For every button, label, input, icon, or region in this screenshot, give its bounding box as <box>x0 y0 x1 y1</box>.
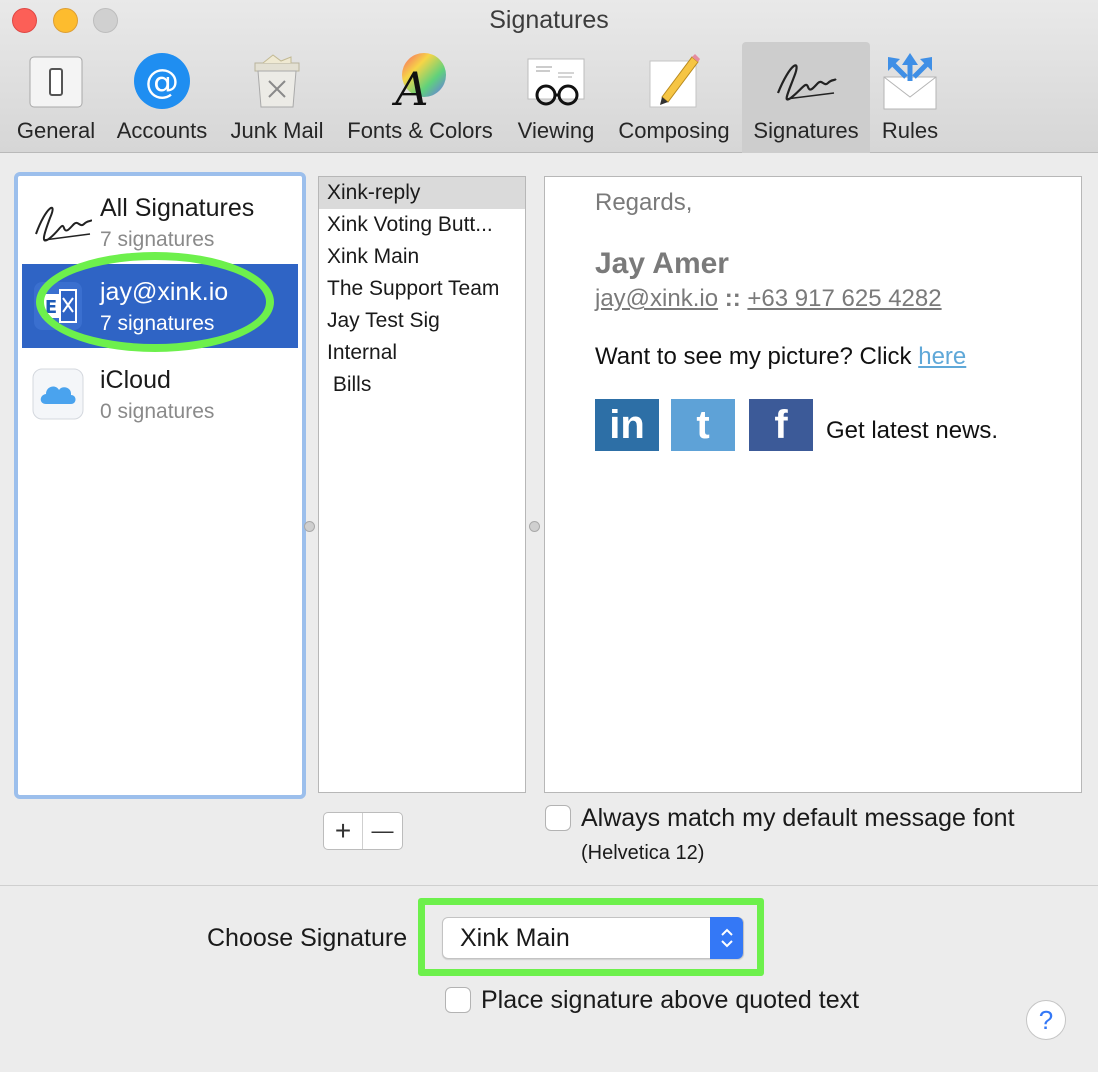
preview-picture-line: Want to see my picture? Click here <box>595 343 967 370</box>
divider <box>0 885 1098 886</box>
tab-accounts[interactable]: @ Accounts <box>110 42 214 153</box>
signature-item[interactable]: The Support Team <box>319 273 525 305</box>
svg-text:E: E <box>45 297 57 318</box>
preview-here-link[interactable]: here <box>918 343 966 370</box>
tab-rules[interactable]: Rules <box>876 42 944 153</box>
tab-junk-mail[interactable]: Junk Mail <box>224 42 330 153</box>
window-title: Signatures <box>489 6 609 34</box>
preview-email-link[interactable]: jay@xink.io <box>595 285 718 312</box>
choose-signature-label: Choose Signature <box>207 924 408 952</box>
exchange-icon: E <box>32 280 84 332</box>
signature-item[interactable]: Jay Test Sig <box>319 305 525 337</box>
viewing-glasses-icon <box>521 46 591 116</box>
splitter-handle-left[interactable] <box>304 521 315 532</box>
preview-contact: jay@xink.io :: +63 917 625 4282 <box>595 285 942 313</box>
place-above-label: Place signature above quoted text <box>481 986 860 1014</box>
add-remove-control: + — <box>323 812 403 850</box>
icloud-icon <box>32 368 84 420</box>
choose-signature-select[interactable]: Xink Main <box>442 917 744 959</box>
match-font-label: Always match my default message font <box>581 804 1015 832</box>
splitter-handle-right[interactable] <box>529 521 540 532</box>
signature-item[interactable]: Xink Main <box>319 241 525 273</box>
svg-text:@: @ <box>145 62 179 102</box>
choose-signature-value: Xink Main <box>460 924 570 952</box>
match-font-checkbox[interactable] <box>545 805 571 831</box>
twitter-icon[interactable]: t <box>671 399 735 451</box>
updown-chevron-icon <box>710 917 743 959</box>
preview-news-text: Get latest news. <box>826 417 999 444</box>
add-signature-button[interactable]: + <box>324 813 364 849</box>
signature-icon <box>771 46 841 116</box>
signature-item[interactable]: Internal <box>319 337 525 369</box>
match-font-sublabel: (Helvetica 12) <box>581 842 705 864</box>
general-switch-icon <box>21 46 91 116</box>
accounts-list: All Signatures 7 signatures E jay@xink.i… <box>14 172 306 799</box>
tab-fonts-colors[interactable]: A Fonts & Colors <box>340 42 500 153</box>
signature-item[interactable]: Bills <box>319 369 525 401</box>
account-item-all-signatures[interactable]: All Signatures 7 signatures <box>22 180 298 264</box>
linkedin-icon[interactable]: in <box>595 399 659 451</box>
preview-phone-link[interactable]: +63 917 625 4282 <box>747 285 941 312</box>
composing-pencil-icon <box>639 46 709 116</box>
signature-item[interactable]: Xink-reply <box>319 177 525 209</box>
font-color-wheel-icon: A <box>385 46 455 116</box>
facebook-icon[interactable]: f <box>749 399 813 451</box>
account-item-jay-xink[interactable]: E jay@xink.io 7 signatures <box>22 264 298 348</box>
place-above-checkbox[interactable] <box>445 987 471 1013</box>
signature-icon <box>32 196 93 248</box>
signature-list: Xink-reply Xink Voting Butt... Xink Main… <box>318 176 526 793</box>
remove-signature-button[interactable]: — <box>363 813 402 849</box>
tab-composing[interactable]: Composing <box>612 42 736 153</box>
preview-separator: :: <box>724 285 741 312</box>
at-sign-icon: @ <box>127 46 197 116</box>
signature-item[interactable]: Xink Voting Butt... <box>319 209 525 241</box>
tab-signatures[interactable]: Signatures <box>742 42 870 153</box>
preview-regards: Regards, <box>595 189 693 216</box>
junk-trash-icon <box>242 46 312 116</box>
tab-general[interactable]: General <box>10 42 102 153</box>
toolbar: Signatures General @ Accounts Junk Mail … <box>0 0 1098 153</box>
account-item-icloud[interactable]: iCloud 0 signatures <box>22 352 298 436</box>
signature-preview[interactable]: Regards, Jay Amer jay@xink.io :: +63 917… <box>544 176 1082 793</box>
preview-name: Jay Amer <box>595 247 729 280</box>
svg-text:A: A <box>391 62 428 111</box>
tab-viewing[interactable]: Viewing <box>510 42 602 153</box>
help-button[interactable]: ? <box>1026 1000 1066 1040</box>
rules-envelope-icon <box>875 46 945 116</box>
